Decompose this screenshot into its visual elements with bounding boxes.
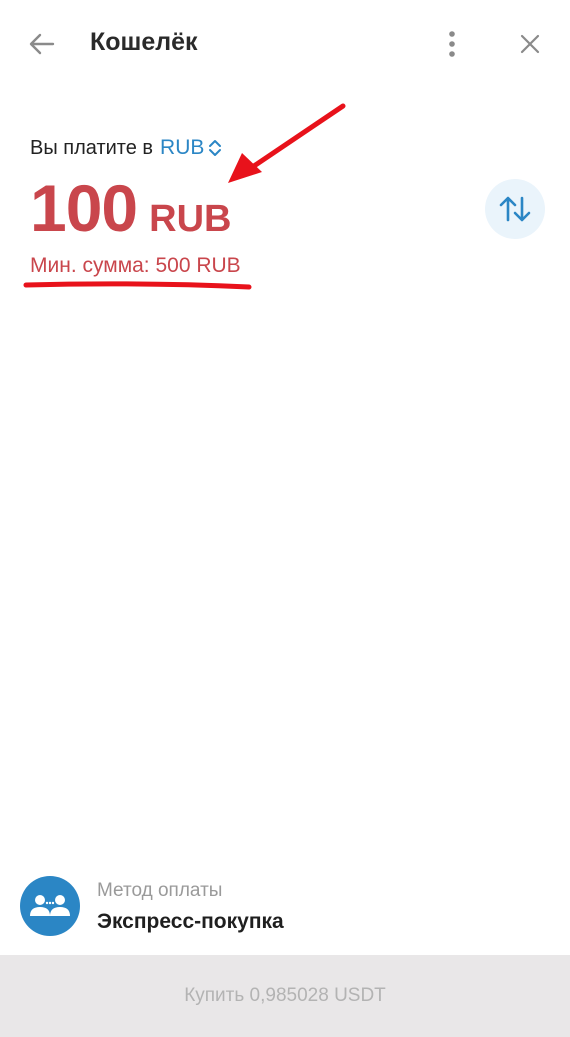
close-icon bbox=[520, 34, 540, 54]
amount-display[interactable]: 100 RUB bbox=[30, 170, 231, 246]
annotation-arrow bbox=[245, 103, 346, 173]
currency-select[interactable]: RUB bbox=[160, 136, 222, 160]
method-avatar bbox=[20, 876, 80, 936]
payment-method-value: Экспресс-покупка bbox=[97, 910, 284, 933]
pay-currency-row: Вы платите в RUB bbox=[30, 136, 222, 160]
pay-label: Вы платите в bbox=[30, 136, 154, 159]
payment-method-label: Метод оплаты bbox=[97, 880, 223, 901]
buy-button[interactable]: Купить 0,985028 USDT bbox=[0, 955, 570, 1037]
page-title: Кошелёк bbox=[90, 28, 198, 56]
swap-currency-button[interactable] bbox=[485, 179, 545, 239]
more-vertical-icon bbox=[449, 31, 455, 57]
back-button[interactable] bbox=[22, 24, 62, 64]
amount-currency: RUB bbox=[149, 198, 232, 240]
close-button[interactable] bbox=[510, 24, 550, 64]
min-sum-warning: Мин. сумма: 500 RUB bbox=[30, 254, 241, 277]
annotation-arrowhead bbox=[228, 153, 262, 183]
annotation-underline bbox=[23, 281, 252, 290]
arrow-left-icon bbox=[29, 33, 55, 55]
users-icon bbox=[30, 895, 70, 916]
swap-vertical-icon bbox=[499, 196, 531, 222]
currency-select-value: RUB bbox=[160, 136, 205, 159]
payment-method-row[interactable]: Метод оплаты Экспресс-покупка bbox=[20, 876, 550, 938]
header: Кошелёк bbox=[0, 0, 570, 88]
more-button[interactable] bbox=[432, 24, 472, 64]
chevron-up-down-icon bbox=[209, 140, 222, 156]
amount-value: 100 bbox=[30, 171, 138, 245]
